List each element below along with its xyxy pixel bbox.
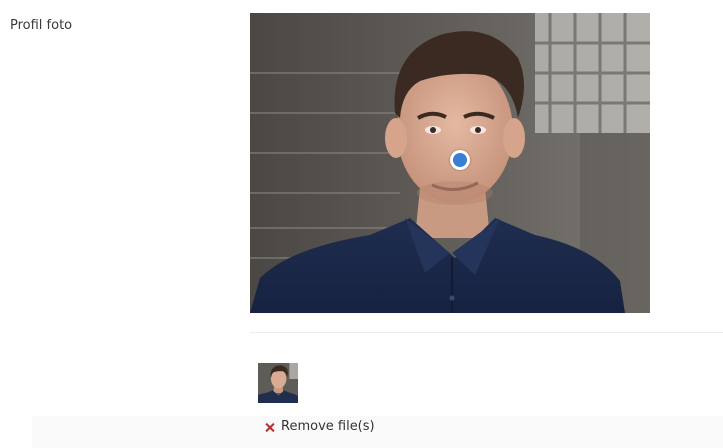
close-x-icon [265,423,274,432]
field-label: Profil foto [10,18,73,33]
remove-files-label: Remove file(s) [281,419,375,434]
focal-point-dot [453,153,467,167]
remove-files-link[interactable]: Remove file(s) [265,418,375,436]
footer-strip [32,416,723,448]
profile-photo-thumbnail[interactable] [258,363,298,403]
focal-point-handle[interactable] [450,150,470,170]
divider [250,332,723,333]
profile-photo-field: Profil foto Remove file(s) [0,0,723,448]
